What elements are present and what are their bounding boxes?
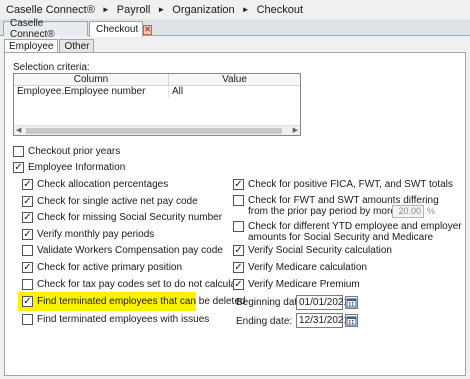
percent-label: % (427, 206, 436, 216)
checkbox[interactable]: ✓ (22, 262, 33, 273)
checkbox-label: Check for positive FICA, FWT, and SWT to… (248, 179, 453, 190)
subtab-bar: Employee Other (4, 39, 95, 53)
checkbox[interactable]: ✓ (22, 196, 33, 207)
checkbox-label: Check for active primary position (37, 262, 183, 273)
grid-header: Column Value (14, 74, 300, 86)
check-missing-ssn-option[interactable]: ✓ Check for missing Social Security numb… (22, 212, 222, 223)
tab-label: Checkout (96, 24, 139, 35)
tab-label: Caselle Connect® (10, 18, 55, 40)
scroll-right-icon[interactable]: ▶ (293, 126, 298, 136)
calendar-icon[interactable] (345, 296, 358, 309)
table-row[interactable]: Employee.Employee number All (14, 86, 300, 98)
checkbox-label: Find terminated employees that can be de… (37, 296, 246, 307)
checkbox[interactable]: ✓ (233, 179, 244, 190)
verify-medicare-premium-option[interactable]: ✓ Verify Medicare Premium (233, 279, 360, 290)
tab-other[interactable]: Other (59, 39, 95, 53)
selection-criteria-label: Selection criteria: (13, 62, 90, 73)
calendar-icon[interactable] (345, 314, 358, 327)
verify-monthly-periods-option[interactable]: ✓ Verify monthly pay periods (22, 229, 154, 240)
breadcrumb: Caselle Connect® ► Payroll ► Organizatio… (0, 0, 470, 19)
checkbox[interactable]: ✓ (233, 245, 244, 256)
checkbox-label: Verify monthly pay periods (37, 229, 155, 240)
ending-date-input[interactable]: 12/31/2021 (296, 313, 349, 328)
checkbox[interactable] (233, 221, 244, 232)
cell-column[interactable]: Employee.Employee number (14, 86, 169, 98)
validate-workers-comp-option[interactable]: Validate Workers Compensation pay code (22, 245, 223, 256)
check-net-pay-code-option[interactable]: ✓ Check for single active net pay code (22, 196, 198, 207)
breadcrumb-organization[interactable]: Organization (170, 4, 236, 16)
verify-ss-calculation-option[interactable]: ✓ Verify Social Security calculation (233, 245, 392, 256)
checkbox[interactable] (22, 279, 33, 290)
checkbox-label: Verify Medicare Premium (248, 279, 360, 290)
check-positive-totals-option[interactable]: ✓ Check for positive FICA, FWT, and SWT … (233, 179, 453, 190)
checkbox[interactable]: ✓ (233, 262, 244, 273)
checkbox-label: Check allocation percentages (37, 179, 169, 190)
find-terminated-deletable-option[interactable]: ✓ Find terminated employees that can be … (22, 296, 245, 307)
tab-caselle-connect[interactable]: Caselle Connect® (3, 18, 88, 40)
scrollbar-thumb[interactable] (26, 128, 282, 134)
breadcrumb-checkout: Checkout (256, 3, 304, 16)
checkbox[interactable] (233, 195, 244, 206)
verify-medicare-calculation-option[interactable]: ✓ Verify Medicare calculation (233, 262, 367, 273)
threshold-percent-input[interactable]: 20.00 (392, 205, 424, 218)
document-tab-bar: Caselle Connect® Checkout ✕ (0, 18, 470, 40)
column-header-value[interactable]: Value (169, 74, 300, 85)
close-icon[interactable]: ✕ (143, 24, 152, 35)
cell-value[interactable]: All (169, 86, 300, 98)
selection-criteria-grid[interactable]: Column Value Employee.Employee number Al… (13, 73, 301, 136)
check-primary-position-option[interactable]: ✓ Check for active primary position (22, 262, 182, 273)
checkbox-label: Verify Social Security calculation (248, 245, 392, 256)
chevron-right-icon[interactable]: ► (97, 5, 115, 14)
checkbox-label: Checkout prior years (28, 146, 121, 157)
check-ytd-amounts-option[interactable]: Check for different YTD employee and emp… (233, 221, 462, 243)
checkbox[interactable]: ✓ (13, 162, 24, 173)
scroll-left-icon[interactable]: ◀ (16, 126, 21, 136)
employee-information-option[interactable]: ✓ Employee Information (13, 162, 125, 173)
checkbox-label: Check for different YTD employee and emp… (248, 221, 462, 243)
chevron-right-icon[interactable]: ► (152, 5, 170, 14)
checkbox[interactable]: ✓ (22, 296, 33, 307)
check-tax-pay-codes-option[interactable]: Check for tax pay codes set to do not ca… (22, 279, 244, 290)
checkbox[interactable]: ✓ (233, 279, 244, 290)
breadcrumb-caselle[interactable]: Caselle Connect® (4, 4, 97, 16)
checkbox-label: Employee Information (28, 162, 126, 173)
checkbox[interactable] (13, 146, 24, 157)
checkbox-label: Verify Medicare calculation (248, 262, 367, 273)
ending-date-label: Ending date: (236, 316, 293, 327)
checkbox-label: Check for missing Social Security number (37, 212, 223, 223)
checkbox-label: Check for tax pay codes set to do not ca… (37, 279, 245, 290)
column-header-column[interactable]: Column (14, 74, 169, 85)
horizontal-scrollbar[interactable]: ◀ ▶ (14, 125, 300, 135)
checkbox-label-line1: Check for different YTD employee and emp… (248, 221, 462, 232)
find-terminated-issues-option[interactable]: Find terminated employees with issues (22, 314, 209, 325)
checkbox-label: Check for single active net pay code (37, 196, 198, 207)
checkbox-label: Find terminated employees with issues (37, 314, 210, 325)
tab-employee[interactable]: Employee (4, 39, 59, 53)
tab-checkout[interactable]: Checkout ✕ (89, 21, 152, 37)
breadcrumb-payroll[interactable]: Payroll (115, 4, 153, 16)
checkbox[interactable]: ✓ (22, 212, 33, 223)
check-allocation-option[interactable]: ✓ Check allocation percentages (22, 179, 168, 190)
checkout-prior-years-option[interactable]: Checkout prior years (13, 146, 120, 157)
checkbox[interactable]: ✓ (22, 179, 33, 190)
checkout-panel: Selection criteria: Column Value Employe… (4, 52, 466, 376)
checkbox-label: Validate Workers Compensation pay code (37, 245, 223, 256)
checkbox-label-line2: amounts for Social Security and Medicare (248, 232, 434, 243)
checkbox[interactable]: ✓ (22, 229, 33, 240)
checkbox[interactable] (22, 314, 33, 325)
beginning-date-input[interactable]: 01/01/2021 (296, 295, 349, 310)
chevron-right-icon[interactable]: ► (237, 5, 255, 14)
checkbox[interactable] (22, 245, 33, 256)
